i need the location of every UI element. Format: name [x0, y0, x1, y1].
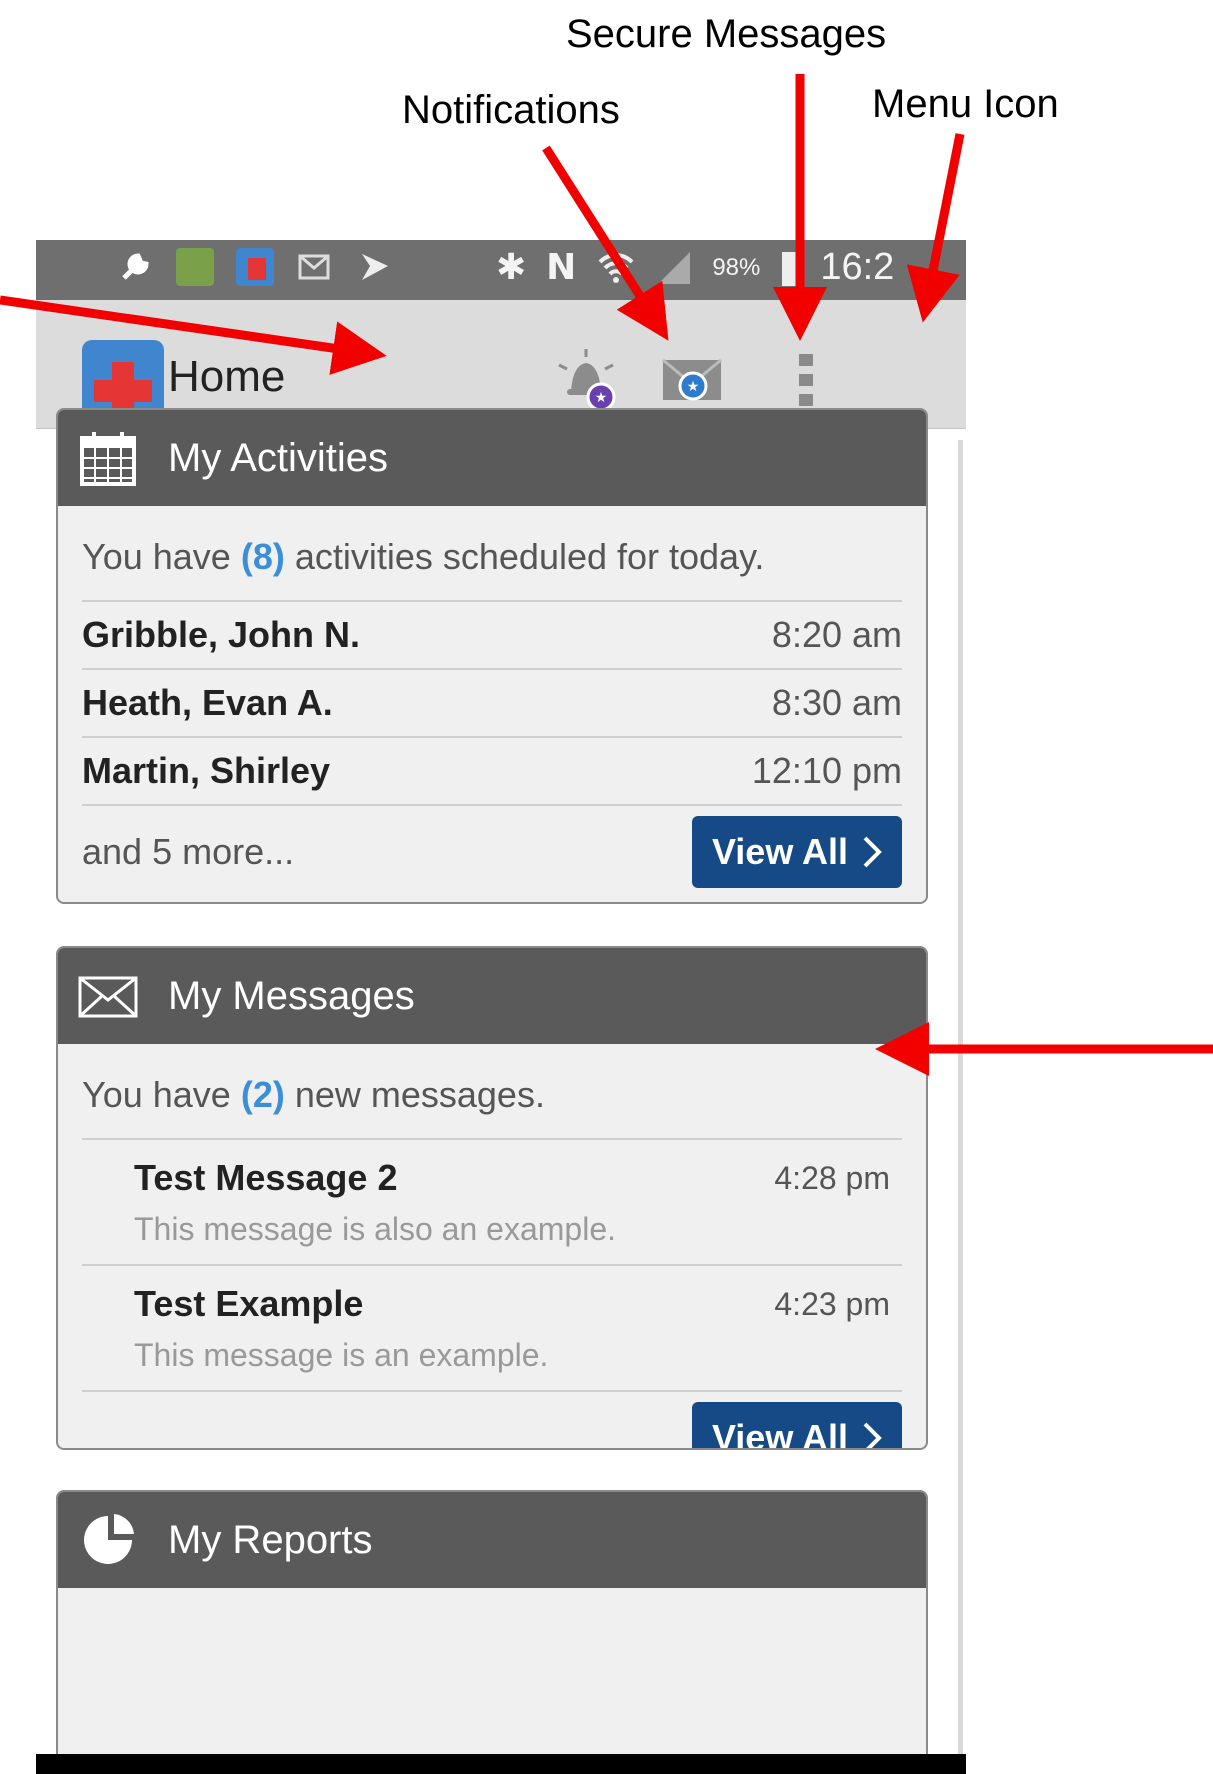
activity-row[interactable]: Heath, Evan A. 8:30 am [82, 670, 902, 738]
wrench-icon [122, 253, 149, 280]
activity-row[interactable]: Martin, Shirley 12:10 pm [82, 738, 902, 806]
activities-more-text: and 5 more... [82, 831, 295, 872]
message-subject: Test Message 2 [134, 1157, 398, 1198]
overflow-menu-icon [799, 354, 813, 406]
messages-header[interactable]: My Messages [58, 948, 926, 1044]
chevron-right-icon [863, 1422, 882, 1448]
activity-name: Martin, Shirley [82, 750, 331, 791]
chevron-right-icon [863, 836, 882, 868]
reports-card: My Reports [56, 1490, 928, 1774]
pie-chart-icon [84, 1514, 134, 1564]
activity-time: 8:20 am [771, 614, 902, 655]
messages-view-all-button[interactable]: View All [691, 1402, 902, 1448]
activities-summary: You have (8) activities scheduled for to… [82, 506, 902, 602]
callout-menu-icon: Menu Icon [872, 82, 1059, 126]
message-preview: This message is an example. [134, 1337, 549, 1373]
callout-notifications: Notifications [402, 88, 620, 132]
system-nav-bar [36, 1754, 966, 1774]
scrollbar[interactable] [958, 440, 963, 1774]
messages-title: My Messages [168, 974, 415, 1018]
phone-screen: ✱ N 98% 16:2 Home ★ ★ My Activities You … [36, 240, 966, 1774]
activity-time: 12:10 pm [751, 750, 902, 791]
battery-icon [782, 251, 799, 286]
battery-percent: 98% [712, 253, 761, 281]
wifi-icon [598, 252, 634, 283]
message-subject: Test Example [134, 1283, 364, 1324]
svg-text:★: ★ [595, 390, 608, 406]
svg-text:★: ★ [687, 379, 700, 395]
message-row[interactable]: Test Message 2 4:28 pm This message is a… [82, 1140, 902, 1266]
activities-title: My Activities [168, 436, 389, 480]
flag-icon [362, 254, 388, 280]
activities-view-all-button[interactable]: View All [691, 816, 902, 888]
calendar-icon [80, 432, 136, 486]
envelope-icon [78, 976, 138, 1018]
notifications-bell-icon: ★ [558, 349, 616, 412]
messages-summary: You have (2) new messages. [82, 1044, 902, 1140]
activity-time: 8:30 am [771, 682, 902, 723]
activity-name: Gribble, John N. [82, 614, 361, 655]
status-bar: ✱ N 98% 16:2 [36, 240, 966, 300]
message-preview: This message is also an example. [134, 1211, 616, 1247]
nfc-icon: N [546, 247, 577, 288]
callout-secure-messages: Secure Messages [566, 12, 887, 56]
message-row[interactable]: Test Example 4:23 pm This message is an … [82, 1266, 902, 1392]
app-icon [236, 248, 274, 286]
activities-count: (8) [240, 536, 285, 577]
activities-header[interactable]: My Activities [58, 410, 926, 506]
reports-header[interactable]: My Reports [58, 1492, 926, 1588]
gallery-icon [176, 248, 214, 286]
activities-card: My Activities You have (8) activities sc… [56, 408, 928, 904]
clock: 16:2 [820, 246, 895, 288]
messages-card: My Messages You have (2) new messages. T… [56, 946, 928, 1450]
activity-row[interactable]: Gribble, John N. 8:20 am [82, 602, 902, 670]
signal-icon [658, 251, 691, 284]
reports-title: My Reports [168, 1518, 373, 1562]
page-title: Home [168, 352, 286, 401]
secure-messages-icon: ★ [662, 358, 722, 401]
messages-count: (2) [240, 1074, 285, 1115]
message-time: 4:28 pm [774, 1159, 890, 1196]
activity-name: Heath, Evan A. [82, 682, 333, 723]
bluetooth-icon: ✱ [496, 247, 527, 288]
message-time: 4:23 pm [774, 1285, 890, 1322]
email-icon [298, 254, 330, 280]
